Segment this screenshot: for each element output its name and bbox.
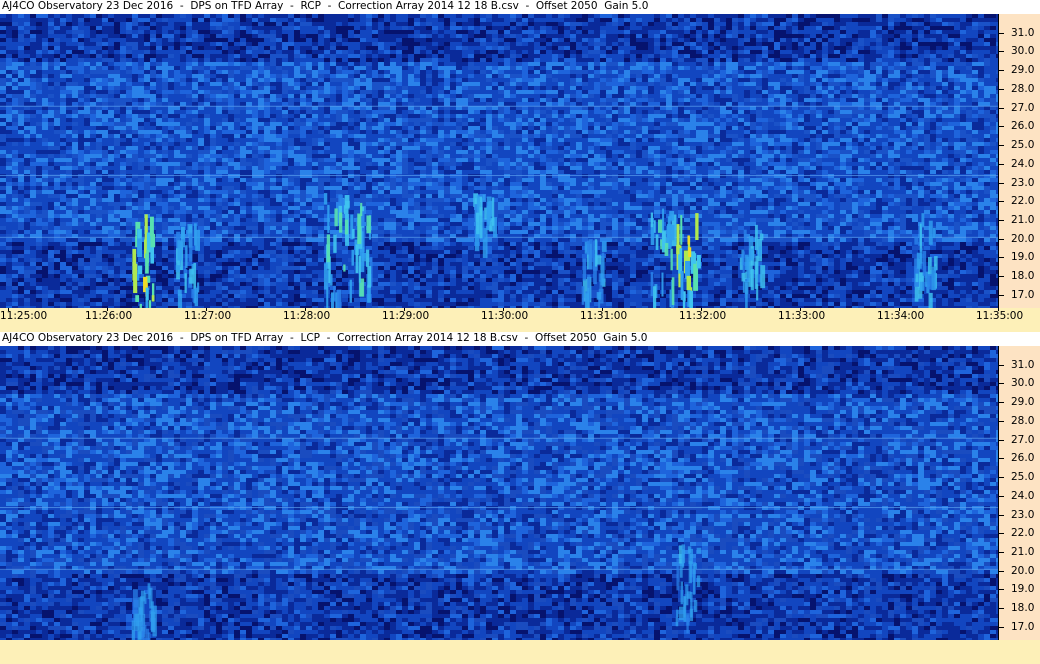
y-tick-label: 27.0 — [1011, 102, 1034, 114]
y-tick-label: 21.0 — [1011, 546, 1034, 558]
y-tick-label: 17.0 — [1011, 289, 1034, 301]
x-tick-label: 11:33:00 — [778, 310, 825, 322]
lcp-frequency-axis: 31.0 30.0 29.0 28.0 27.0 26.0 25.0 24.0 23.0 22.0… — [998, 346, 1040, 640]
y-tick-label: 30.0 — [1011, 46, 1034, 57]
y-tick-label: 18.0 — [1011, 271, 1034, 282]
y-tick — [999, 163, 1004, 165]
y-tick — [999, 276, 1004, 278]
y-tick-label: 26.0 — [1011, 453, 1034, 464]
y-tick — [999, 364, 1004, 366]
y-tick-label: 31.0 — [1011, 27, 1034, 39]
y-tick-label: 18.0 — [1011, 603, 1034, 614]
y-tick-label: 26.0 — [1011, 121, 1034, 132]
y-tick — [999, 32, 1004, 34]
x-tick-label: 11:26:00 — [85, 310, 132, 322]
y-tick-label: 21.0 — [1011, 214, 1034, 226]
x-tick-label: 11:31:00 — [580, 310, 627, 322]
lcp-time-axis — [0, 640, 1040, 664]
y-tick-label: 24.0 — [1011, 158, 1034, 170]
y-tick — [999, 570, 1004, 572]
y-tick-label: 27.0 — [1011, 434, 1034, 446]
rcp-panel-title: AJ4CO Observatory 23 Dec 2016 - DPS on T… — [0, 0, 1040, 14]
y-tick — [999, 88, 1004, 90]
rcp-frequency-axis: 31.0 30.0 29.0 28.0 27.0 26.0 25.0 24.0 23.0 22.0… — [998, 14, 1040, 308]
rcp-spectrogram — [0, 14, 998, 308]
y-tick — [999, 420, 1004, 422]
y-tick — [999, 383, 1004, 385]
y-tick — [999, 514, 1004, 516]
y-tick-label: 23.0 — [1011, 509, 1034, 521]
y-tick-label: 31.0 — [1011, 359, 1034, 371]
y-tick — [999, 257, 1004, 259]
y-tick — [999, 402, 1004, 404]
y-tick — [999, 477, 1004, 479]
y-tick — [999, 551, 1004, 553]
lcp-panel-title: AJ4CO Observatory 23 Dec 2016 - DPS on T… — [0, 332, 1040, 346]
y-tick — [999, 458, 1004, 460]
x-tick-label: 11:34:00 — [877, 310, 924, 322]
y-tick-label: 28.0 — [1011, 415, 1034, 427]
y-tick — [999, 439, 1004, 441]
lcp-heatmap — [0, 346, 998, 640]
y-tick-label: 23.0 — [1011, 177, 1034, 189]
y-tick-label: 19.0 — [1011, 252, 1034, 263]
x-tick-label: 11:29:00 — [382, 310, 429, 322]
y-tick-label: 20.0 — [1011, 565, 1034, 577]
y-tick-label: 22.0 — [1011, 196, 1034, 207]
y-tick — [999, 608, 1004, 610]
x-tick-label: 11:28:00 — [283, 310, 330, 322]
x-tick-label: 11:25:00 — [0, 310, 47, 322]
y-tick-label: 29.0 — [1011, 65, 1034, 76]
x-tick-label: 11:30:00 — [481, 310, 528, 322]
rcp-heatmap — [0, 14, 998, 308]
y-tick — [999, 219, 1004, 221]
y-tick — [999, 182, 1004, 184]
y-tick-label: 28.0 — [1011, 83, 1034, 95]
y-tick — [999, 126, 1004, 128]
y-tick — [999, 294, 1004, 296]
y-tick-label: 29.0 — [1011, 397, 1034, 408]
x-tick-label: 11:32:00 — [679, 310, 726, 322]
y-tick-label: 25.0 — [1011, 472, 1034, 483]
y-tick-label: 24.0 — [1011, 490, 1034, 502]
y-tick-label: 17.0 — [1011, 621, 1034, 633]
y-tick — [999, 626, 1004, 628]
rcp-time-axis: 11:25:00 11:26:00 11:27:00 11:28:00 11:29:00… — [0, 308, 1040, 332]
y-tick — [999, 51, 1004, 53]
lcp-spectrogram — [0, 346, 998, 640]
y-tick — [999, 238, 1004, 240]
y-tick-label: 30.0 — [1011, 378, 1034, 389]
y-tick — [999, 145, 1004, 147]
y-tick — [999, 533, 1004, 535]
y-tick-label: 19.0 — [1011, 584, 1034, 595]
x-tick-label: 11:27:00 — [184, 310, 231, 322]
y-tick-label: 20.0 — [1011, 233, 1034, 245]
y-tick — [999, 589, 1004, 591]
y-tick — [999, 201, 1004, 203]
y-tick-label: 25.0 — [1011, 140, 1034, 151]
y-tick — [999, 107, 1004, 109]
y-tick-label: 22.0 — [1011, 528, 1034, 539]
y-tick — [999, 495, 1004, 497]
x-tick-label: 11:35:00 — [976, 310, 1023, 322]
y-tick — [999, 70, 1004, 72]
